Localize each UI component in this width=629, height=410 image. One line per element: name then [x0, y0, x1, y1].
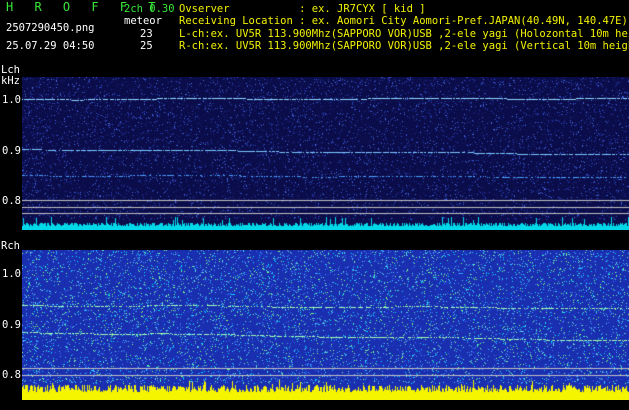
- filename-label: 2507290450.png: [6, 22, 95, 34]
- header: H R O F F T 2ch 0.30 meteor 2507290450.p…: [0, 0, 629, 58]
- rch-label: Rch: [1, 240, 20, 252]
- lch-unit: kHz: [1, 75, 20, 87]
- rch-spectrogram-canvas: [22, 250, 629, 400]
- location-line: Receiving Location : ex. Aomori City Aom…: [179, 15, 628, 27]
- rch-count: 25: [140, 40, 153, 52]
- rch-description: R-ch:ex. UV5R 113.900Mhz(SAPPORO VOR)USB…: [179, 40, 629, 52]
- lch-tick-1-0: 1.0: [2, 94, 21, 106]
- datetime-label: 25.07.29 04:50: [6, 40, 95, 52]
- version-label: 2ch 0.30: [124, 3, 175, 15]
- rch-spectrogram: [22, 250, 629, 400]
- lch-spectrogram-canvas: [22, 77, 629, 230]
- rch-tick-0-8: 0.8: [2, 369, 21, 381]
- lch-tick-0-8: 0.8: [2, 195, 21, 207]
- observer-line: Ovserver : ex. JR7CYX [ kid ]: [179, 3, 426, 15]
- lch-description: L-ch:ex. UV5R 113.900Mhz(SAPPORO VOR)USB…: [179, 28, 629, 40]
- lch-tick-0-9: 0.9: [2, 145, 21, 157]
- lch-count: 23: [140, 28, 153, 40]
- mode-label: meteor: [124, 15, 162, 27]
- lch-spectrogram: [22, 77, 629, 230]
- rch-tick-0-9: 0.9: [2, 319, 21, 331]
- rch-tick-1-0: 1.0: [2, 268, 21, 280]
